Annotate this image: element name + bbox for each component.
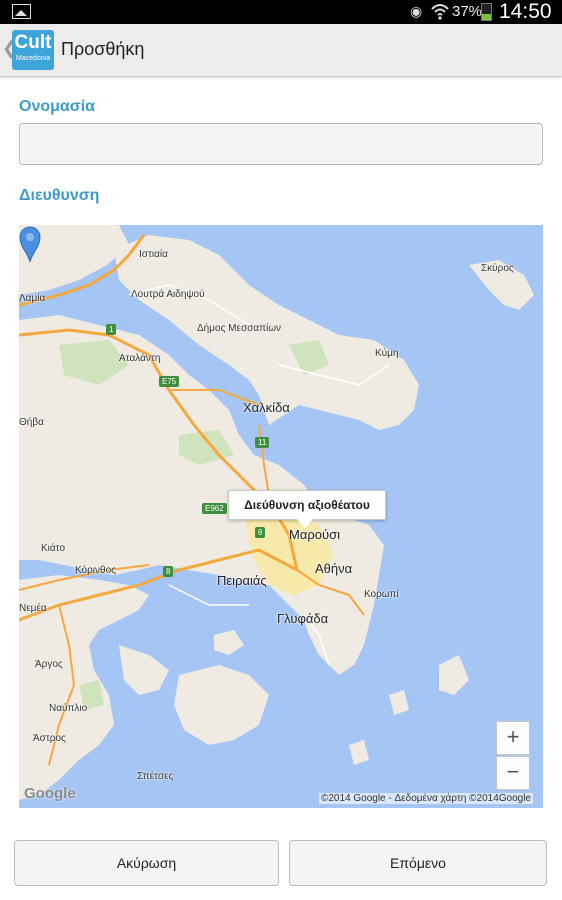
- google-logo: Google: [24, 785, 76, 802]
- logo-sub-text: Macedonia: [15, 55, 51, 62]
- next-button[interactable]: Επόμενο: [289, 840, 547, 886]
- map-label-glyfada: Γλυφάδα: [277, 611, 329, 626]
- map-label-theva: Θήβα: [19, 417, 44, 428]
- map-label-spetses: Σπέτσες: [137, 771, 174, 782]
- battery-icon: [481, 3, 492, 21]
- address-map[interactable]: Σκύρος Ιστιαία Λουτρά Αιδηψού Δήμος Μεσσ…: [19, 225, 543, 808]
- zoom-in-button[interactable]: +: [496, 721, 530, 755]
- road-badge-11: 11: [255, 437, 270, 448]
- logo-main-text: Cult: [14, 32, 52, 53]
- map-label-atalanti: Αταλάντη: [119, 353, 161, 364]
- image-notification-icon: [12, 4, 31, 19]
- status-bar: ◉ 37% 14:50: [0, 0, 562, 24]
- name-input[interactable]: [19, 123, 543, 165]
- map-label-skyros: Σκύρος: [481, 263, 514, 274]
- zoom-out-button[interactable]: −: [496, 756, 530, 790]
- map-label-astros: Άστρος: [33, 733, 66, 744]
- clock: 14:50: [499, 0, 552, 23]
- wifi-icon: [431, 4, 449, 20]
- eye-icon: ◉: [410, 3, 423, 19]
- map-label-nafplio: Ναύπλιο: [49, 703, 88, 714]
- map-label-athina: Αθήνα: [315, 561, 353, 576]
- map-label-marousi: Μαρούσι: [289, 527, 340, 542]
- battery-percent: 37%: [452, 3, 483, 20]
- map-marker-icon[interactable]: [19, 225, 41, 263]
- map-label-istiaia: Ιστιαία: [139, 249, 168, 260]
- map-copyright: ©2014 Google - Δεδομένα χάρτη ©2014Googl…: [318, 793, 533, 804]
- map-label-nemea: Νεμέα: [19, 603, 47, 614]
- name-label: Ονομασία: [19, 98, 95, 115]
- map-label-argos: Άργος: [35, 659, 63, 670]
- map-label-kymi: Κύμη: [375, 348, 399, 359]
- address-label: Διευθυνση: [19, 187, 100, 204]
- app-logo[interactable]: Cult Macedonia: [12, 30, 54, 70]
- map-label-lamia: Λαμία: [19, 293, 46, 304]
- road-badge-e962: E962: [202, 503, 227, 514]
- road-badge-6: 6: [255, 527, 266, 538]
- road-badge-8: 8: [163, 566, 174, 577]
- page-title: Προσθήκη: [61, 39, 145, 59]
- map-label-chalkida: Χαλκίδα: [243, 400, 290, 415]
- road-badge-e75: E75: [159, 376, 180, 387]
- map-label-mesaria: Δήμος Μεσσαπίων: [197, 323, 282, 334]
- map-info-window[interactable]: Διεύθυνση αξιοθέατου: [228, 490, 386, 528]
- map-label-korinthos: Κόρινθος: [75, 565, 116, 576]
- action-bar: ❮ Cult Macedonia Προσθήκη: [0, 24, 562, 77]
- map-label-peiraias: Πειραιάς: [217, 573, 267, 588]
- map-label-koropi: Κορωπί: [364, 589, 399, 600]
- map-label-loutra: Λουτρά Αιδηψού: [131, 289, 205, 300]
- cancel-button[interactable]: Ακύρωση: [14, 840, 279, 886]
- road-badge-1: 1: [106, 324, 117, 335]
- map-label-kiato: Κιάτο: [41, 543, 66, 554]
